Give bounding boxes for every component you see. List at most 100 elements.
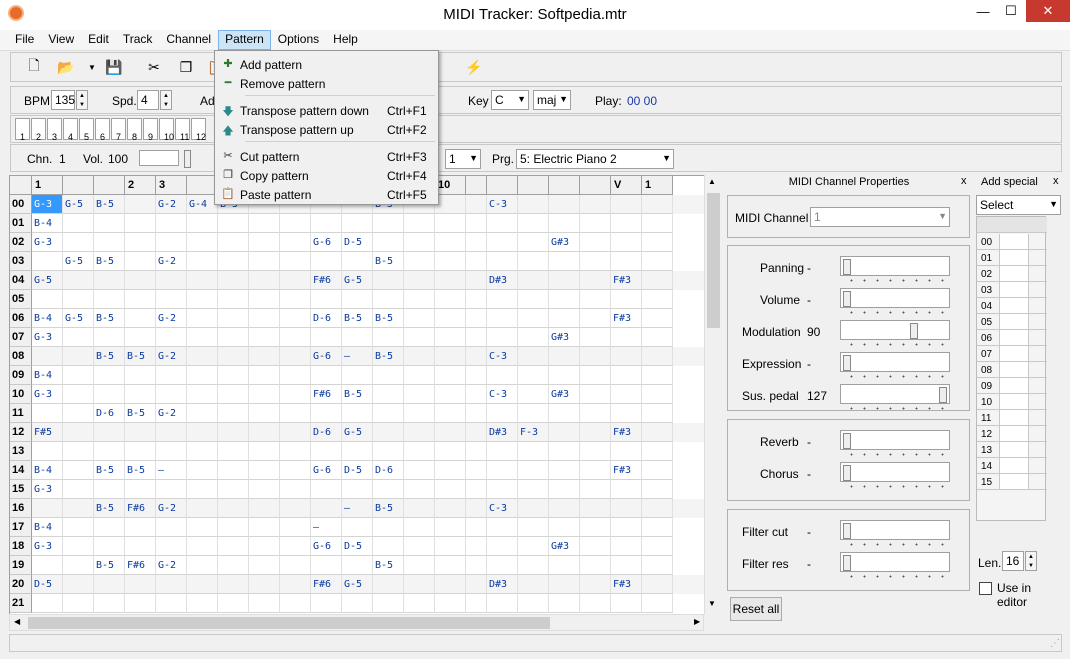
note-cell[interactable]: F#3 xyxy=(611,423,642,442)
note-cell[interactable] xyxy=(187,347,218,366)
note-cell[interactable] xyxy=(466,594,487,613)
note-cell[interactable] xyxy=(156,575,187,594)
note-cell[interactable] xyxy=(218,442,249,461)
note-cell[interactable] xyxy=(63,347,94,366)
special-row-cell[interactable] xyxy=(999,282,1029,297)
note-cell[interactable] xyxy=(218,271,249,290)
note-cell[interactable] xyxy=(549,594,580,613)
note-cell[interactable] xyxy=(63,537,94,556)
note-cell[interactable] xyxy=(156,442,187,461)
note-cell[interactable] xyxy=(549,442,580,461)
note-cell[interactable] xyxy=(518,290,549,309)
special-row[interactable]: 11 xyxy=(977,410,1047,426)
special-row[interactable]: 00 xyxy=(977,234,1047,250)
note-cell[interactable] xyxy=(94,290,125,309)
note-cell[interactable] xyxy=(404,499,435,518)
note-cell[interactable] xyxy=(280,328,311,347)
menu-options[interactable]: Options xyxy=(271,30,326,50)
note-cell[interactable] xyxy=(549,575,580,594)
note-cell[interactable] xyxy=(342,442,373,461)
note-cell[interactable] xyxy=(435,461,466,480)
note-cell[interactable]: B-5 xyxy=(94,556,125,575)
note-cell[interactable]: B-5 xyxy=(342,309,373,328)
note-cell[interactable] xyxy=(342,404,373,423)
midi-channel-select[interactable]: 1 ▼ xyxy=(810,207,950,227)
special-row-cell[interactable] xyxy=(999,474,1029,489)
note-cell[interactable] xyxy=(373,404,404,423)
note-cell[interactable]: B-5 xyxy=(94,499,125,518)
special-row-cell[interactable] xyxy=(999,346,1029,361)
note-cell[interactable] xyxy=(156,366,187,385)
note-cell[interactable]: G-3 xyxy=(32,537,63,556)
note-cell[interactable] xyxy=(280,442,311,461)
note-cell[interactable]: D-5 xyxy=(32,575,63,594)
note-cell[interactable] xyxy=(187,290,218,309)
note-cell[interactable] xyxy=(435,366,466,385)
note-cell[interactable] xyxy=(549,461,580,480)
note-cell[interactable] xyxy=(487,442,518,461)
note-cell[interactable] xyxy=(187,556,218,575)
note-cell[interactable] xyxy=(611,214,642,233)
special-row[interactable]: 08 xyxy=(977,362,1047,378)
column-header[interactable] xyxy=(580,176,611,195)
note-cell[interactable] xyxy=(642,195,673,214)
note-cell[interactable] xyxy=(580,461,611,480)
note-cell[interactable] xyxy=(404,442,435,461)
note-cell[interactable] xyxy=(611,594,642,613)
note-cell[interactable] xyxy=(218,404,249,423)
note-cell[interactable] xyxy=(642,214,673,233)
pattern-grid[interactable]: 123Pan910V100G-3G-5B-5G-2G-4B-5B-5C-301B… xyxy=(9,175,719,615)
note-cell[interactable]: G-3 xyxy=(32,328,63,347)
note-cell[interactable] xyxy=(404,233,435,252)
special-row-cell[interactable] xyxy=(999,250,1029,265)
note-cell[interactable] xyxy=(549,499,580,518)
note-cell[interactable] xyxy=(642,385,673,404)
note-cell[interactable] xyxy=(549,480,580,499)
scroll-down-icon[interactable]: ▼ xyxy=(708,599,716,608)
note-cell[interactable] xyxy=(580,499,611,518)
note-cell[interactable]: F#3 xyxy=(611,309,642,328)
note-cell[interactable] xyxy=(63,442,94,461)
note-cell[interactable] xyxy=(611,480,642,499)
note-cell[interactable] xyxy=(404,290,435,309)
note-cell[interactable] xyxy=(549,214,580,233)
menu-item-transpose-pattern-up[interactable]: 🡅 Transpose pattern up Ctrl+F2 xyxy=(216,120,437,139)
note-cell[interactable] xyxy=(63,214,94,233)
note-cell[interactable] xyxy=(580,442,611,461)
note-cell[interactable] xyxy=(580,214,611,233)
note-cell[interactable] xyxy=(63,366,94,385)
note-cell[interactable] xyxy=(518,366,549,385)
controller-slider[interactable] xyxy=(840,320,950,346)
note-cell[interactable] xyxy=(549,366,580,385)
speed-spinner[interactable]: ▲ ▼ xyxy=(160,90,172,110)
note-cell[interactable] xyxy=(218,290,249,309)
note-cell[interactable] xyxy=(94,537,125,556)
note-cell[interactable] xyxy=(466,461,487,480)
note-cell[interactable] xyxy=(156,537,187,556)
note-cell[interactable] xyxy=(280,461,311,480)
note-cell[interactable] xyxy=(487,461,518,480)
note-cell[interactable] xyxy=(435,499,466,518)
note-cell[interactable] xyxy=(518,575,549,594)
note-cell[interactable] xyxy=(342,214,373,233)
note-cell[interactable] xyxy=(466,518,487,537)
note-cell[interactable] xyxy=(487,366,518,385)
note-cell[interactable] xyxy=(32,404,63,423)
note-cell[interactable] xyxy=(580,518,611,537)
note-cell[interactable] xyxy=(404,423,435,442)
note-cell[interactable] xyxy=(32,556,63,575)
note-cell[interactable]: D-6 xyxy=(94,404,125,423)
note-cell[interactable] xyxy=(32,252,63,271)
note-cell[interactable] xyxy=(218,556,249,575)
note-cell[interactable]: G#3 xyxy=(549,328,580,347)
note-cell[interactable] xyxy=(466,252,487,271)
note-cell[interactable] xyxy=(125,366,156,385)
note-cell[interactable] xyxy=(280,480,311,499)
note-cell[interactable]: G-2 xyxy=(156,195,187,214)
vertical-scrollbar[interactable]: ▲ ▼ xyxy=(704,175,721,615)
scroll-right-icon[interactable]: ▶ xyxy=(694,617,700,626)
note-cell[interactable] xyxy=(218,499,249,518)
note-cell[interactable] xyxy=(435,214,466,233)
note-cell[interactable] xyxy=(187,404,218,423)
note-cell[interactable] xyxy=(342,594,373,613)
